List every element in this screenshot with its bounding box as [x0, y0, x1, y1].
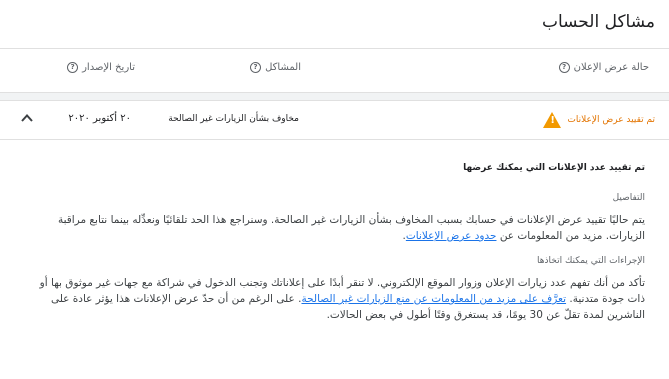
details-text: يتم حاليًا تقييد عرض الإعلانات في حسابك …: [25, 212, 645, 244]
issue-row[interactable]: ! تم تقييد عرض الإعلانات مخاوف بشأن الزي…: [0, 101, 669, 140]
details-heading: تم تقييد عدد الإعلانات التي يمكنك عرضها: [463, 163, 645, 173]
column-header-status-label: حالة عرض الإعلان: [573, 62, 649, 73]
help-icon[interactable]: ?: [558, 62, 570, 73]
invalid-traffic-learn-more-link[interactable]: تعرَّف على مزيد من المعلومات عن منع الزي…: [301, 293, 566, 305]
status-cell: ! تم تقييد عرض الإعلانات: [543, 112, 655, 128]
chevron-up-icon[interactable]: [20, 111, 34, 125]
status-text: تم تقييد عرض الإعلانات: [567, 115, 655, 125]
column-header-date-label: تاريخ الإصدار: [82, 62, 135, 73]
details-label: التفاصيل: [612, 193, 645, 203]
help-icon[interactable]: ?: [67, 62, 79, 73]
issue-text: مخاوف بشأن الزيارات غير الصالحة: [168, 114, 299, 124]
actions-label: الإجراءات التي يمكنك اتخاذها: [537, 256, 645, 266]
column-header-issues-label: المشاكل: [265, 62, 301, 73]
issue-card: ! تم تقييد عرض الإعلانات مخاوف بشأن الزي…: [0, 100, 669, 379]
warning-icon: !: [543, 112, 562, 128]
column-header-date[interactable]: تاريخ الإصدار ?: [67, 62, 135, 73]
issue-details: تم تقييد عدد الإعلانات التي يمكنك عرضها …: [25, 163, 645, 335]
column-header-status[interactable]: حالة عرض الإعلان ?: [558, 62, 649, 73]
account-issues-header-card: مشاكل الحساب حالة عرض الإعلان ? المشاكل …: [0, 0, 669, 93]
help-icon[interactable]: ?: [250, 62, 262, 73]
page: مشاكل الحساب حالة عرض الإعلان ? المشاكل …: [0, 0, 669, 379]
issue-date: ٢٠ أكتوبر ٢٠٢٠: [68, 113, 131, 124]
title-bar: مشاكل الحساب: [0, 0, 669, 49]
page-title: مشاكل الحساب: [541, 12, 655, 32]
details-text-body: يتم حاليًا تقييد عرض الإعلانات في حسابك …: [57, 214, 645, 242]
column-header-issues[interactable]: المشاكل ?: [250, 62, 301, 73]
column-headers: حالة عرض الإعلان ? المشاكل ? تاريخ الإصد…: [0, 48, 669, 92]
ad-serving-limits-link[interactable]: حدود عرض الإعلانات: [406, 230, 497, 242]
actions-text: تأكد من أنك تفهم عدد زيارات الإعلان وزوا…: [25, 275, 645, 323]
